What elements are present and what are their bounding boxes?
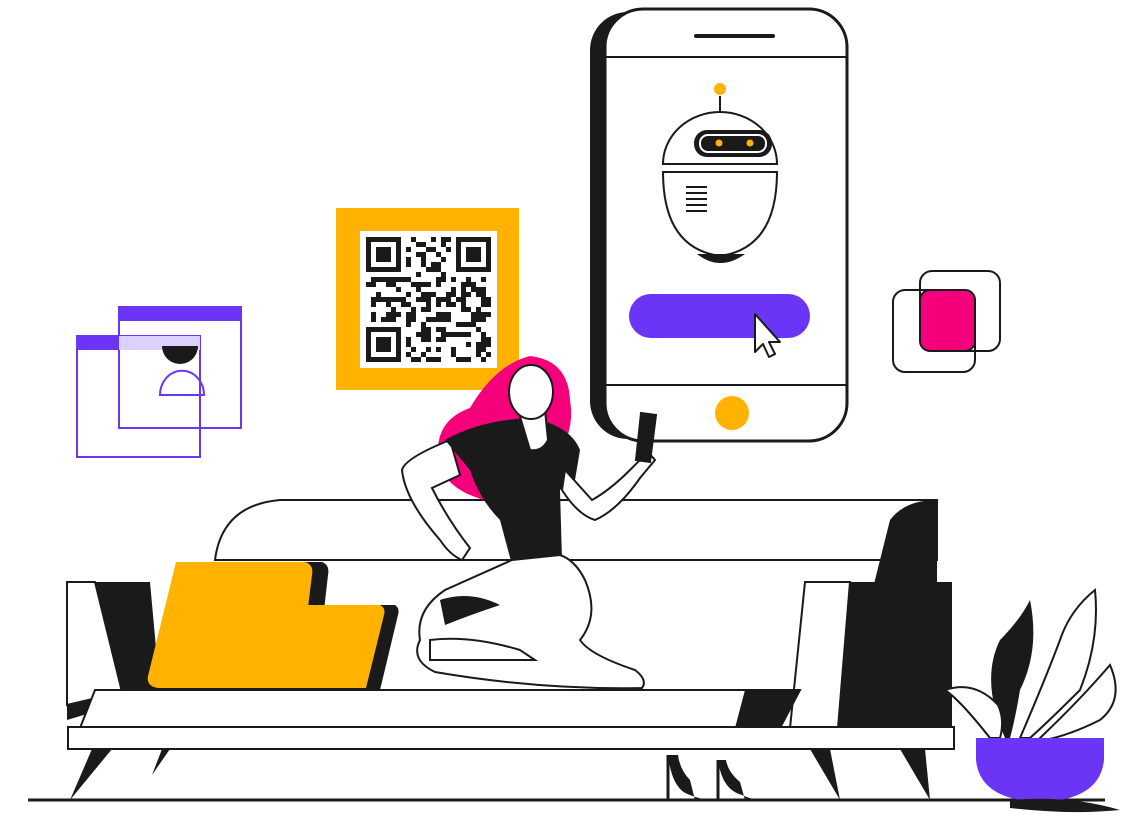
- plant-pot: [976, 738, 1104, 802]
- sofa-leg-left: [70, 749, 112, 800]
- smartphone-icon: [590, 7, 849, 443]
- sofa-base: [67, 726, 955, 750]
- woman-face: [508, 364, 554, 420]
- phone-action-button[interactable]: [629, 294, 810, 338]
- sofa-pillows: [147, 562, 399, 690]
- potted-plant-icon: [942, 588, 1120, 813]
- sofa-leg-left-back: [152, 749, 170, 775]
- user-profile-icon: [158, 369, 206, 396]
- pillow-small: [281, 605, 385, 688]
- layered-squares-icon: [892, 270, 1001, 373]
- sofa-leg-right: [900, 749, 930, 800]
- illustration-canvas: [28, 7, 1120, 813]
- qr-code-poster: [336, 208, 519, 390]
- front-window-titlebar: [119, 307, 241, 321]
- profile-windows: [76, 306, 242, 458]
- phone-home-button: [715, 396, 749, 430]
- high-heels-icon: [666, 755, 762, 800]
- app-window-icon: [118, 306, 242, 429]
- sofa-seat: [78, 689, 802, 729]
- illustration-stage: [0, 0, 1134, 816]
- sofa-leg-right-back: [810, 749, 840, 800]
- user-head-icon: [162, 346, 198, 364]
